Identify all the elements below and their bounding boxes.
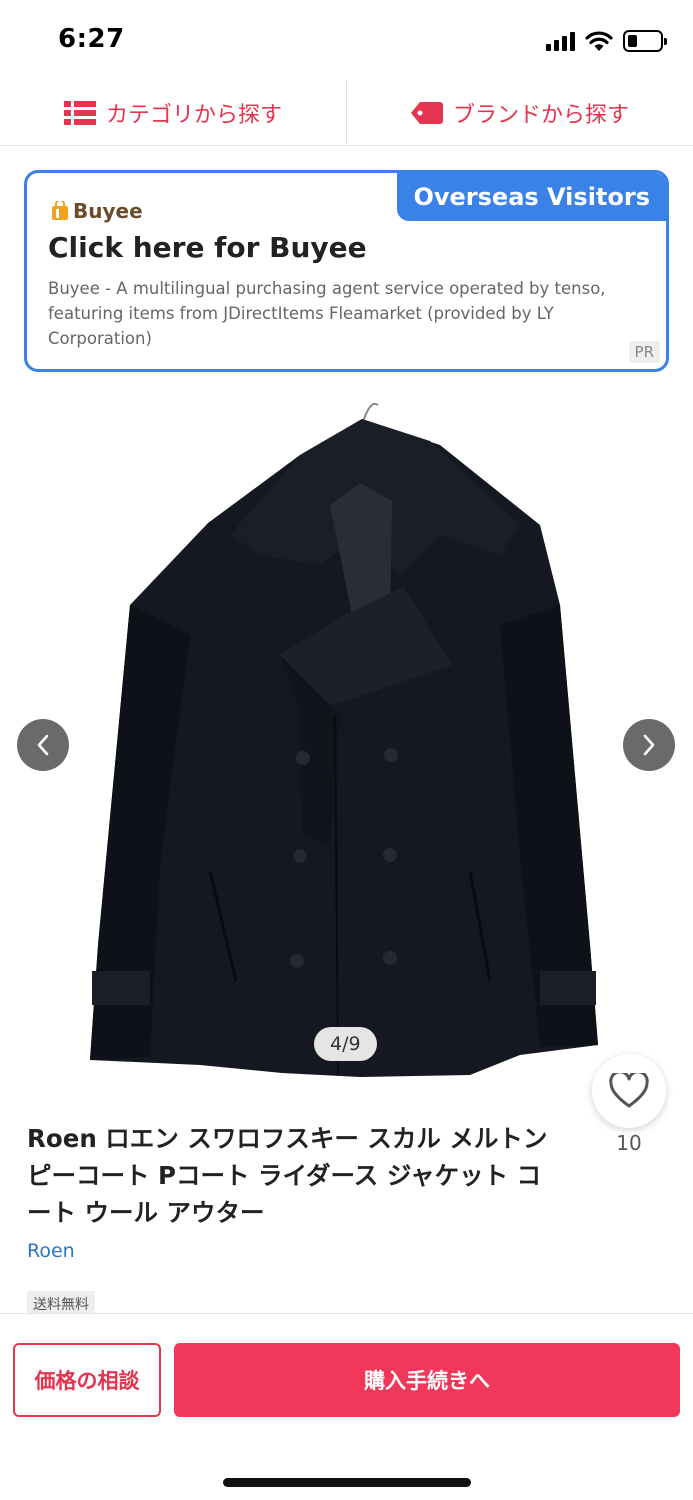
tag-icon: [410, 101, 443, 124]
banner-tag: Overseas Visitors: [397, 173, 666, 221]
buyee-logo: Buyee: [51, 199, 143, 223]
nav-brand-label: ブランドから探す: [452, 102, 629, 128]
status-time: 6:27: [58, 24, 125, 54]
price-negotiation-button[interactable]: 価格の相談: [13, 1343, 161, 1417]
nav-category[interactable]: カテゴリから探す: [0, 80, 346, 145]
like-button[interactable]: [592, 1054, 666, 1128]
heart-icon: [609, 1073, 649, 1108]
brand-link[interactable]: Roen: [27, 1240, 75, 1262]
like-count: 10: [616, 1131, 642, 1155]
battery-icon: [623, 30, 667, 52]
nav-category-label: カテゴリから探す: [105, 102, 282, 128]
product-page: 6:27 カテゴリから探す ブランドから探す Overseas Visitors…: [0, 0, 693, 1500]
buyee-logo-text: Buyee: [73, 199, 143, 223]
product-photo: [90, 403, 598, 1077]
purchase-button[interactable]: 購入手続きへ: [174, 1343, 680, 1417]
battery-level: [628, 35, 637, 47]
buyee-banner[interactable]: Overseas Visitors Buyee Click here for B…: [24, 170, 669, 372]
nav-brand[interactable]: ブランドから探す: [347, 80, 693, 145]
banner-title: Click here for Buyee: [48, 231, 367, 264]
previous-image-button[interactable]: [17, 719, 69, 771]
home-indicator: [223, 1478, 471, 1487]
status-icons: [546, 30, 667, 52]
browse-nav: カテゴリから探す ブランドから探す: [0, 80, 693, 146]
wifi-icon: [585, 31, 613, 51]
status-bar: 6:27: [0, 0, 693, 80]
image-counter: 4/9: [314, 1027, 377, 1061]
product-image-gallery[interactable]: 4/9: [0, 385, 693, 1085]
chevron-left-icon: [37, 734, 49, 756]
chevron-right-icon: [643, 734, 655, 756]
product-title: Roen ロエン スワロフスキー スカル メルトン ピーコート Pコート ライダ…: [27, 1124, 548, 1227]
next-image-button[interactable]: [623, 719, 675, 771]
buyee-logo-icon: [52, 201, 68, 220]
list-icon: [63, 100, 96, 125]
banner-description: Buyee - A multilingual purchasing agent …: [48, 279, 606, 348]
signal-icon: [546, 31, 575, 51]
bottom-action-bar: 価格の相談 購入手続きへ: [0, 1313, 693, 1500]
pr-badge: PR: [628, 341, 660, 363]
